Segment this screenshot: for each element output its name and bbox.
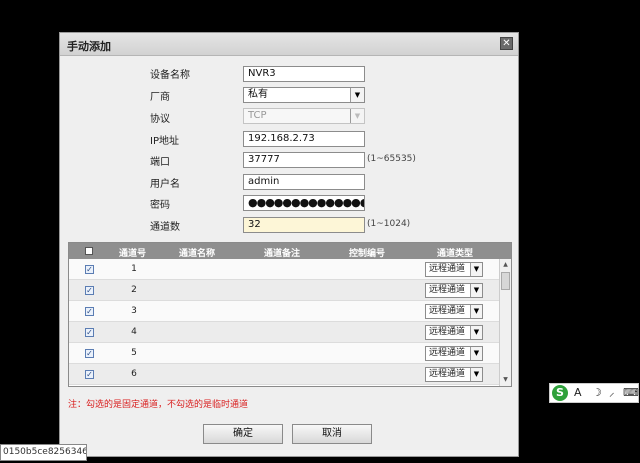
username-label: 用户名 (150, 179, 180, 190)
keyboard-icon[interactable]: ⌨ (623, 384, 639, 402)
select-all-checkbox[interactable] (85, 247, 93, 255)
chevron-down-icon[interactable]: ▼ (470, 347, 482, 360)
device-name-label: 设备名称 (150, 70, 190, 81)
password-label: 密码 (150, 200, 170, 211)
vendor-label: 厂商 (150, 92, 170, 103)
channel-number: 6 (131, 369, 137, 379)
port-range-hint: (1~65535) (367, 154, 416, 164)
channel-note: 注：勾选的是固定通道，不勾选的是临时通道 (68, 400, 249, 410)
channel-type-select[interactable]: 远程通道 ▼ (425, 262, 483, 277)
scroll-up-icon[interactable]: ▲ (501, 260, 510, 270)
ime-toolbar[interactable]: S A ☽ ⸝ ⌨ (549, 383, 639, 403)
channel-type-value: 远程通道 (429, 285, 466, 295)
col-channel-number: 通道号 (119, 249, 147, 259)
row-checkbox[interactable]: ✓ (85, 307, 94, 316)
device-name-input[interactable]: NVR3 (243, 66, 365, 82)
status-bar-text: 0150b5ce8256346... (0, 444, 87, 461)
manual-add-dialog: 手动添加 ✕ 设备名称 NVR3 厂商 私有 ▼ 协议 TCP ▼ IP地址 1… (59, 32, 519, 457)
channel-type-value: 远程通道 (429, 369, 466, 379)
channel-type-select[interactable]: 远程通道 ▼ (425, 283, 483, 298)
protocol-select: TCP ▼ (243, 108, 365, 124)
channel-type-select[interactable]: 远程通道 ▼ (425, 325, 483, 340)
table-header: 通道号 通道名称 通道备注 控制编号 通道类型 (69, 243, 511, 259)
channels-label: 通道数 (150, 222, 180, 233)
channel-type-value: 远程通道 (429, 264, 466, 274)
chevron-down-icon[interactable]: ▼ (470, 284, 482, 297)
close-button[interactable]: ✕ (500, 37, 513, 50)
ime-lang-icon[interactable]: A (574, 384, 582, 402)
table-row: ✓ 3 远程通道 ▼ (69, 301, 499, 322)
channel-type-value: 远程通道 (429, 327, 466, 337)
password-input[interactable]: ●●●●●●●●●●●●●●●●●●●● (243, 195, 365, 211)
channel-number: 5 (131, 348, 137, 358)
chevron-down-icon[interactable]: ▼ (470, 326, 482, 339)
channels-range-hint: (1~1024) (367, 219, 411, 229)
chevron-down-icon[interactable]: ▼ (350, 88, 364, 102)
table-row: ✓ 2 远程通道 ▼ (69, 280, 499, 301)
channels-input[interactable]: 32 (243, 217, 365, 233)
dialog-titlebar: 手动添加 ✕ (60, 33, 518, 56)
chevron-down-icon: ▼ (350, 109, 364, 123)
channel-type-select[interactable]: 远程通道 ▼ (425, 304, 483, 319)
row-checkbox[interactable]: ✓ (85, 349, 94, 358)
channel-number: 1 (131, 264, 137, 274)
vendor-value: 私有 (248, 89, 268, 100)
port-input[interactable]: 37777 (243, 152, 365, 168)
dialog-title: 手动添加 (67, 40, 111, 53)
protocol-value: TCP (248, 110, 267, 121)
ip-label: IP地址 (150, 136, 179, 147)
scroll-down-icon[interactable]: ▼ (501, 375, 510, 385)
ime-moon-icon[interactable]: ☽ (592, 384, 602, 402)
col-control-number: 控制编号 (349, 249, 386, 259)
col-channel-remark: 通道备注 (264, 249, 301, 259)
ime-punct-icon[interactable]: ⸝ (609, 384, 615, 402)
row-checkbox[interactable]: ✓ (85, 370, 94, 379)
channel-number: 2 (131, 285, 137, 295)
scroll-thumb[interactable] (501, 272, 510, 290)
channel-table: 通道号 通道名称 通道备注 控制编号 通道类型 ✓ 1 远程通道 ▼ ✓ 2 远… (68, 242, 512, 387)
cancel-button[interactable]: 取消 (292, 424, 372, 444)
username-input[interactable]: admin (243, 174, 365, 190)
channel-type-value: 远程通道 (429, 306, 466, 316)
chevron-down-icon[interactable]: ▼ (470, 263, 482, 276)
table-scrollbar[interactable]: ▲ ▼ (499, 259, 511, 386)
table-row: ✓ 4 远程通道 ▼ (69, 322, 499, 343)
channel-number: 4 (131, 327, 137, 337)
chevron-down-icon[interactable]: ▼ (470, 305, 482, 318)
table-row: ✓ 1 远程通道 ▼ (69, 259, 499, 280)
channel-type-value: 远程通道 (429, 348, 466, 358)
row-checkbox[interactable]: ✓ (85, 286, 94, 295)
protocol-label: 协议 (150, 114, 170, 125)
row-checkbox[interactable]: ✓ (85, 265, 94, 274)
row-checkbox[interactable]: ✓ (85, 328, 94, 337)
channel-type-select[interactable]: 远程通道 ▼ (425, 367, 483, 382)
ok-button[interactable]: 确定 (203, 424, 283, 444)
ip-input[interactable]: 192.168.2.73 (243, 131, 365, 147)
channel-type-select[interactable]: 远程通道 ▼ (425, 346, 483, 361)
port-label: 端口 (150, 157, 170, 168)
vendor-select[interactable]: 私有 ▼ (243, 87, 365, 103)
table-row: ✓ 6 远程通道 ▼ (69, 364, 499, 385)
col-channel-name: 通道名称 (179, 249, 216, 259)
channel-number: 3 (131, 306, 137, 316)
col-channel-type: 通道类型 (437, 249, 474, 259)
ime-logo-icon[interactable]: S (552, 385, 568, 401)
table-row: ✓ 5 远程通道 ▼ (69, 343, 499, 364)
chevron-down-icon[interactable]: ▼ (470, 368, 482, 381)
